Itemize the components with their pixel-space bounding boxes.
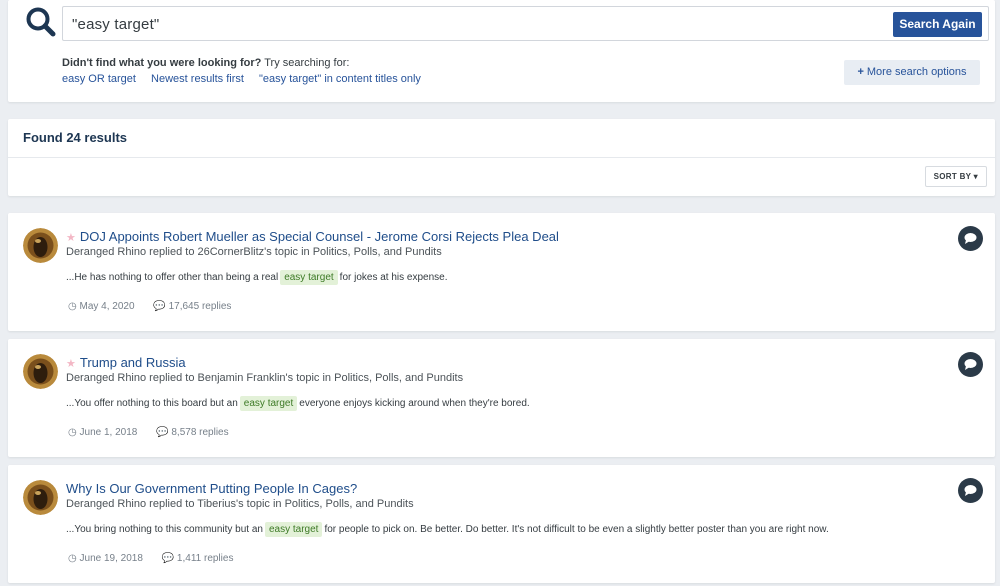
- author-link[interactable]: Deranged Rhino: [66, 246, 146, 258]
- snippet-after: for people to pick on. Be better. Do bet…: [324, 524, 829, 535]
- author-link[interactable]: Deranged Rhino: [66, 372, 146, 384]
- replies-text: 8,578 replies: [171, 427, 229, 438]
- result-title-link[interactable]: ★ Trump and Russia: [66, 355, 186, 370]
- snippet-after: everyone enjoys kicking around when they…: [299, 398, 530, 409]
- divider: [8, 157, 995, 158]
- snippet-after: for jokes at his expense.: [339, 272, 448, 283]
- result-title[interactable]: Trump and Russia: [80, 355, 186, 370]
- comment-bubble-icon[interactable]: [958, 226, 983, 251]
- search-query-text[interactable]: "easy target": [72, 16, 159, 33]
- result-meta: Deranged Rhino replied to Benjamin Frank…: [66, 372, 463, 384]
- clock-icon: ◷: [68, 301, 77, 312]
- result-replies: 💬 1,411 replies: [162, 553, 234, 564]
- date-text: June 19, 2018: [79, 553, 143, 564]
- more-search-options-button[interactable]: + More search options: [844, 60, 980, 85]
- result-meta: Deranged Rhino replied to 26CornerBlitz'…: [66, 246, 442, 258]
- more-search-options-label: More search options: [866, 66, 967, 78]
- comment-icon: 💬: [153, 301, 166, 312]
- comment-bubble-icon[interactable]: [958, 352, 983, 377]
- snippet-highlight: easy target: [239, 396, 298, 411]
- clock-icon: ◷: [68, 553, 77, 564]
- suggestion-link-or[interactable]: easy OR target: [62, 73, 136, 85]
- replied-text: replied to: [146, 372, 198, 384]
- suggestion-links: easy OR target Newest results first "eas…: [62, 73, 433, 85]
- replies-text: 17,645 replies: [168, 301, 232, 312]
- avatar[interactable]: [23, 354, 58, 389]
- forum-link[interactable]: Politics, Polls, and Pundits: [313, 246, 442, 258]
- result-snippet: ...You offer nothing to this board but a…: [66, 396, 530, 411]
- topic-owner-link[interactable]: 26CornerBlitz's: [198, 246, 272, 258]
- search-again-button[interactable]: Search Again: [893, 12, 982, 37]
- caret-down-icon: ▾: [973, 172, 978, 181]
- forum-link[interactable]: Politics, Polls, and Pundits: [334, 372, 463, 384]
- result-title-link[interactable]: Why Is Our Government Putting People In …: [66, 481, 357, 496]
- replies-text: 1,411 replies: [176, 553, 234, 564]
- replied-text: replied to: [146, 498, 198, 510]
- result-title-link[interactable]: ★ DOJ Appoints Robert Mueller as Special …: [66, 229, 559, 244]
- replied-text: replied to: [146, 246, 198, 258]
- author-link[interactable]: Deranged Rhino: [66, 498, 146, 510]
- topic-owner-link[interactable]: Tiberius's: [197, 498, 243, 510]
- comment-icon: 💬: [161, 553, 175, 564]
- result-replies: 💬 8,578 replies: [156, 427, 229, 438]
- result-title[interactable]: DOJ Appoints Robert Mueller as Special C…: [80, 229, 559, 244]
- star-icon: ★: [66, 358, 76, 370]
- suggestion-prompt-rest: Try searching for:: [261, 57, 350, 69]
- date-text: June 1, 2018: [79, 427, 138, 438]
- topic-text: topic in: [243, 498, 285, 510]
- comment-icon: 💬: [156, 427, 169, 438]
- result-replies: 💬 17,645 replies: [153, 301, 231, 312]
- suggestion-prompt-bold: Didn't find what you were looking for?: [62, 57, 262, 69]
- snippet-before: ...You offer nothing to this board but a…: [66, 398, 238, 409]
- search-input[interactable]: "easy target" Search Again: [62, 6, 989, 41]
- topic-owner-link[interactable]: Benjamin Franklin's: [198, 372, 294, 384]
- result-stats: ◷ June 19, 2018 💬 1,411 replies: [68, 553, 249, 564]
- snippet-before: ...You bring nothing to this community b…: [66, 524, 263, 535]
- snippet-highlight: easy target: [264, 522, 323, 537]
- star-icon: ★: [66, 232, 76, 244]
- results-count-title: Found 24 results: [23, 130, 128, 145]
- result-meta: Deranged Rhino replied to Tiberius's top…: [66, 498, 414, 510]
- suggestion-prompt: Didn't find what you were looking for? T…: [62, 57, 349, 69]
- comment-bubble-icon[interactable]: [958, 478, 983, 503]
- search-icon[interactable]: [25, 6, 57, 38]
- result-title[interactable]: Why Is Our Government Putting People In …: [66, 481, 357, 496]
- topic-text: topic in: [271, 246, 313, 258]
- search-result: Why Is Our Government Putting People In …: [8, 465, 995, 583]
- search-panel: "easy target" Search Again Didn't find w…: [8, 0, 995, 102]
- result-stats: ◷ May 4, 2020 💬 17,645 replies: [68, 301, 247, 312]
- date-text: May 4, 2020: [79, 301, 135, 312]
- avatar[interactable]: [23, 228, 58, 263]
- result-date[interactable]: ◷ June 19, 2018: [68, 553, 143, 564]
- result-date[interactable]: ◷ May 4, 2020: [68, 301, 135, 312]
- plus-icon: +: [857, 66, 864, 78]
- result-snippet: ...He has nothing to offer other than be…: [66, 270, 448, 285]
- search-result: ★ Trump and Russia Deranged Rhino replied…: [8, 339, 995, 457]
- snippet-highlight: easy target: [280, 270, 338, 285]
- search-result: ★ DOJ Appoints Robert Mueller as Special …: [8, 213, 995, 331]
- topic-text: topic in: [293, 372, 335, 384]
- suggestion-link-titles-only[interactable]: "easy target" in content titles only: [259, 73, 421, 85]
- result-date[interactable]: ◷ June 1, 2018: [68, 427, 137, 438]
- avatar[interactable]: [23, 480, 58, 515]
- suggestion-link-newest[interactable]: Newest results first: [151, 73, 244, 85]
- result-stats: ◷ June 1, 2018 💬 8,578 replies: [68, 427, 245, 438]
- snippet-before: ...He has nothing to offer other than be…: [66, 272, 279, 283]
- sort-by-label: SORT BY: [933, 172, 972, 181]
- result-snippet: ...You bring nothing to this community b…: [66, 522, 829, 537]
- results-header-panel: Found 24 results SORT BY ▾: [8, 119, 995, 196]
- clock-icon: ◷: [68, 427, 77, 438]
- sort-by-button[interactable]: SORT BY ▾: [924, 166, 987, 187]
- forum-link[interactable]: Politics, Polls, and Pundits: [285, 498, 414, 510]
